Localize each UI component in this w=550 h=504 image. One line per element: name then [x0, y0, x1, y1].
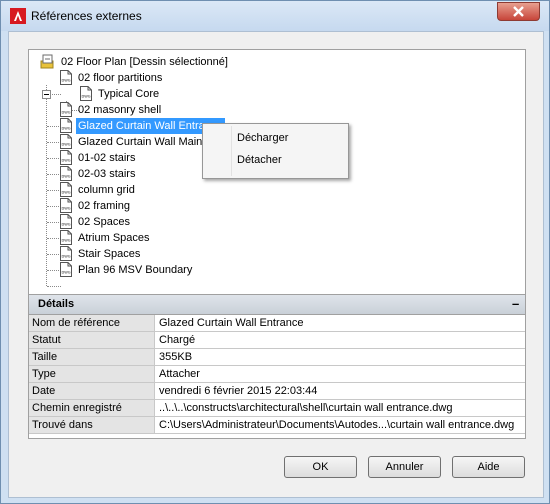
tree-item-label: 02 masonry shell [78, 104, 162, 116]
svg-text:DWG: DWG [61, 255, 70, 259]
tree-line [47, 158, 61, 159]
dwg-file-icon: DWG [60, 102, 72, 117]
tree-line [47, 270, 61, 271]
tree-item-label: 02-03 stairs [78, 168, 136, 180]
collapse-icon[interactable]: – [512, 296, 519, 311]
menu-item-detach[interactable]: Détacher [237, 150, 282, 170]
tree-item-label: Plan 96 MSV Boundary [78, 264, 193, 276]
tree-item-label: Glazed Curtain Wall Main [78, 136, 203, 148]
context-menu: Décharger Détacher [202, 123, 349, 179]
dwg-file-icon: DWG [60, 134, 72, 149]
detail-value: C:\Users\Administrateur\Documents\Autode… [159, 419, 515, 431]
menu-separator [231, 126, 232, 176]
dwg-file-icon: DWG [60, 198, 72, 213]
tree-line [47, 190, 61, 191]
detail-value: ..\..\..\constructs\architectural\shell\… [159, 402, 453, 414]
dwg-file-icon: DWG [60, 166, 72, 181]
menu-item-unload[interactable]: Décharger [237, 128, 288, 148]
tree-item-label: Typical Core [98, 88, 160, 100]
detail-row: Statut Chargé [29, 332, 525, 349]
tree-line [47, 238, 61, 239]
tree-line [47, 126, 61, 127]
detail-key: Date [29, 383, 155, 399]
svg-text:DWG: DWG [61, 271, 70, 275]
tree-line [47, 222, 61, 223]
detail-key: Nom de référence [29, 315, 155, 331]
svg-text:DWG: DWG [61, 111, 70, 115]
svg-text:DWG: DWG [61, 127, 70, 131]
detail-row: Date vendredi 6 février 2015 22:03:44 [29, 383, 525, 400]
tree-item-label: 02 floor partitions [78, 72, 163, 84]
cancel-button[interactable]: Annuler [368, 456, 441, 478]
detail-value: vendredi 6 février 2015 22:03:44 [159, 385, 318, 397]
close-button[interactable] [497, 2, 540, 21]
tree-item-label: column grid [78, 184, 135, 196]
svg-text:DWG: DWG [61, 143, 70, 147]
detail-row: Trouvé dans C:\Users\Administrateur\Docum… [29, 417, 525, 434]
details-title: Détails [38, 298, 75, 310]
detail-value: 355KB [159, 351, 193, 363]
detail-value: Chargé [159, 334, 196, 346]
tree-line [47, 174, 61, 175]
detail-value: Glazed Curtain Wall Entrance [159, 317, 304, 329]
tree-item-label: 02 Spaces [78, 216, 130, 228]
details-panel: Détails – Nom de référence Glazed Curtain… [28, 294, 526, 439]
detail-key: Chemin enregistré [29, 400, 155, 416]
title-bar[interactable]: Références externes [1, 1, 549, 31]
detail-value: Attacher [159, 368, 200, 380]
dwg-file-icon: DWG [60, 262, 72, 277]
detail-key: Statut [29, 332, 155, 348]
window-title: Références externes [31, 9, 142, 23]
tree-line [47, 142, 61, 143]
details-header[interactable]: Détails – [29, 295, 525, 315]
detail-row: Taille 355KB [29, 349, 525, 366]
svg-text:DWG: DWG [61, 223, 70, 227]
tree-root-label: 02 Floor Plan [Dessin sélectionné] [61, 56, 228, 68]
dwg-file-icon: DWG [60, 118, 72, 133]
detail-key: Taille [29, 349, 155, 365]
detail-key: Trouvé dans [29, 417, 155, 433]
svg-text:DWG: DWG [81, 95, 90, 99]
dwg-file-icon: DWG [60, 214, 72, 229]
collapse-toggle-icon[interactable] [42, 90, 51, 99]
help-button[interactable]: Aide [452, 456, 525, 478]
detail-row: Chemin enregistré ..\..\..\constructs\arc… [29, 400, 525, 417]
svg-text:DWG: DWG [61, 79, 70, 83]
dwg-file-icon: DWG [60, 70, 72, 85]
tree-line [52, 94, 61, 95]
svg-text:DWG: DWG [61, 175, 70, 179]
dwg-file-icon: DWG [60, 230, 72, 245]
tree-line [47, 286, 61, 287]
svg-text:DWG: DWG [61, 239, 70, 243]
svg-text:DWG: DWG [61, 159, 70, 163]
drawing-root-icon [40, 54, 54, 69]
svg-text:DWG: DWG [61, 191, 70, 195]
dwg-file-icon: DWG [60, 182, 72, 197]
autocad-app-icon [10, 8, 26, 24]
tree-item-label: Stair Spaces [78, 248, 141, 260]
dialog-window: Références externes 02 Floor Plan [Dessi… [0, 0, 550, 504]
detail-key: Type [29, 366, 155, 382]
tree-item-label: 02 framing [78, 200, 130, 212]
tree-item-label: Atrium Spaces [78, 232, 150, 244]
dwg-file-icon: DWG [60, 150, 72, 165]
ok-button[interactable]: OK [284, 456, 357, 478]
close-icon [513, 6, 524, 17]
dwg-file-icon: DWG [80, 86, 92, 101]
detail-row: Nom de référence Glazed Curtain Wall Entr… [29, 315, 525, 332]
detail-row: Type Attacher [29, 366, 525, 383]
svg-text:DWG: DWG [61, 207, 70, 211]
tree-line [47, 206, 61, 207]
dialog-client-area: 02 Floor Plan [Dessin sélectionné] DWG 02… [8, 31, 544, 498]
tree-line [46, 85, 47, 286]
tree-item-label: 01-02 stairs [78, 152, 136, 164]
dwg-file-icon: DWG [60, 246, 72, 261]
tree-line [47, 254, 61, 255]
